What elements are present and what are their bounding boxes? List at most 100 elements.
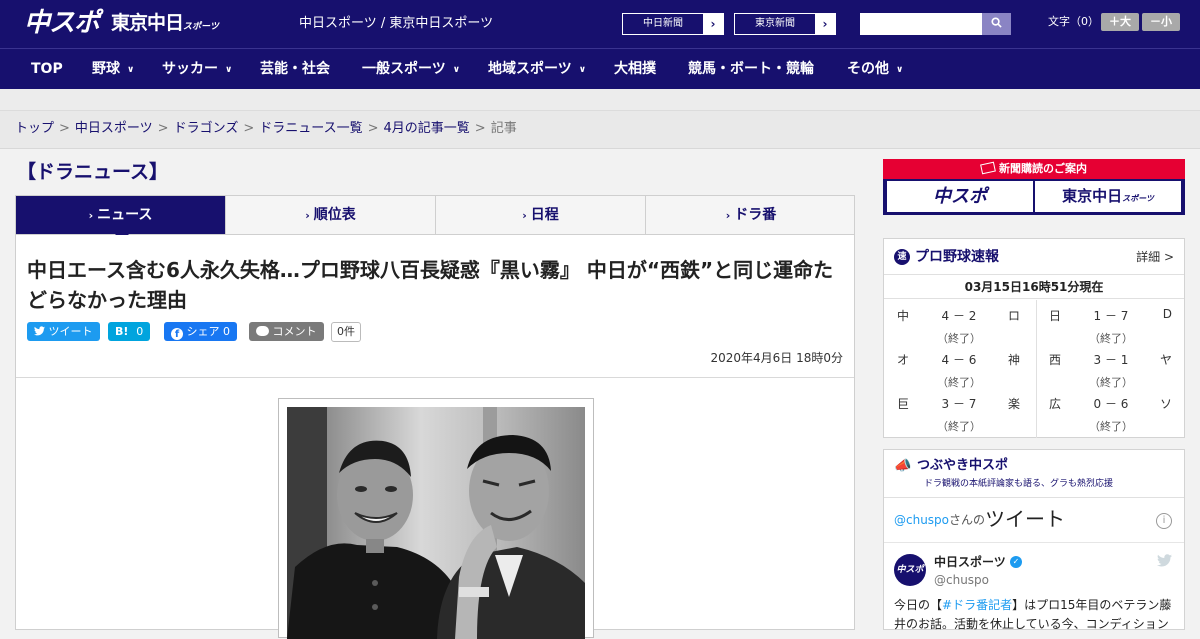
nav-item-soccer[interactable]: サッカー ∨ <box>162 49 232 89</box>
breadcrumb-separator: > <box>474 121 486 136</box>
chunichi-shimbun-label: 中日新聞 <box>643 18 683 29</box>
nav-item-racing[interactable]: 競馬・ボート・競輪 <box>688 49 814 89</box>
search-icon <box>991 17 1002 28</box>
nav-label: TOP <box>31 61 63 77</box>
breadcrumb-dragons[interactable]: ドラゴンズ <box>174 121 239 136</box>
tokyo-chunichi-logo[interactable]: 東京中日スポーツ <box>111 10 219 40</box>
sidebar: 新聞購読のご案内 中スポ 東京中日スポーツ 速 プロ野球速報 詳細 > 03月1… <box>883 159 1185 631</box>
game-score[interactable]: 日1 － 7 D （終了） <box>1036 300 1186 345</box>
game-score[interactable]: 巨3 － 7 楽（終了） <box>884 388 1034 433</box>
divider <box>884 542 1184 543</box>
chuspo-logo[interactable]: 中スポ <box>24 6 100 40</box>
breadcrumb: トップ > 中日スポーツ > ドラゴンズ > ドラニュース一覧 >4月の記事一覧 > 記事 <box>0 111 1200 149</box>
nav-label: 大相撲 <box>614 61 656 77</box>
tokyo-logo-small: スポーツ <box>183 22 219 32</box>
game-score[interactable]: 中4 － 2 ロ（終了） <box>884 300 1034 345</box>
nav-label: 地域スポーツ <box>488 61 572 77</box>
ad-strip <box>0 89 1200 111</box>
pro-baseball-scores: 速 プロ野球速報 詳細 > 03月15日16時51分現在 中4 － 2 ロ（終了）… <box>883 238 1185 438</box>
breadcrumb-separator: > <box>367 121 379 136</box>
nav-item-entertainment[interactable]: 芸能・社会 <box>260 49 330 89</box>
avatar[interactable]: 中スポ <box>894 554 926 586</box>
nav-item-other[interactable]: その他 ∨ <box>847 49 903 89</box>
game-score[interactable]: 広0 － 6 ソ（終了） <box>1036 388 1186 433</box>
tsubuyaki-subtitle: ドラ観戦の本紙評論家も語る、グラも熱烈応援 <box>924 479 1114 489</box>
tab-label: ドラ番 <box>734 207 777 223</box>
font-bigger-button[interactable]: ＋大 <box>1101 13 1139 31</box>
baseball-score-grid: 中4 － 2 ロ（終了） 日1 － 7 D （終了） オ4 － 6 神（終了） 西3 －… <box>884 300 1184 438</box>
subscribe-logo-tokyo-text: 東京中日 <box>1062 187 1123 205</box>
tokyo-shimbun-label: 東京新聞 <box>755 18 795 29</box>
baseball-detail-link[interactable]: 詳細 > <box>1136 249 1174 265</box>
baseball-icon: 速 <box>894 249 910 265</box>
facebook-share-count: 0 <box>223 325 230 338</box>
twitter-bird-icon[interactable] <box>1157 554 1172 571</box>
tab-label: 日程 <box>530 207 559 223</box>
nav-item-top[interactable]: TOP <box>31 49 63 89</box>
twitter-handle-link[interactable]: @chuspo <box>894 513 949 527</box>
article-title: 中日エース含む6人永久失格…プロ野球八百長疑惑『黒い霧』 中日が“西鉄”と同じ運… <box>27 258 834 312</box>
tweet-author-name[interactable]: 中日スポーツ <box>934 554 1006 570</box>
tweet-text-before: 今日の【 <box>894 598 943 612</box>
subscribe-logo-tokyo: 東京中日スポーツ <box>1035 181 1181 212</box>
baseball-header: 速 プロ野球速報 詳細 > <box>884 239 1184 275</box>
subscription-header-text: 新聞購読のご案内 <box>999 162 1087 175</box>
baseball-title: プロ野球速報 <box>915 249 999 265</box>
font-smaller-button[interactable]: －小 <box>1142 13 1180 31</box>
chevron-down-icon: ∨ <box>127 65 135 75</box>
nav-label: 芸能・社会 <box>260 61 330 77</box>
info-icon[interactable]: i <box>1156 513 1172 529</box>
tab-news[interactable]: › ニュース <box>16 196 226 234</box>
hatena-count: 0 <box>136 325 144 338</box>
game-status: （終了） <box>1089 420 1133 433</box>
subscription-header: 新聞購読のご案内 <box>883 159 1185 179</box>
twitter-bird-icon <box>34 326 45 336</box>
verified-badge-icon: ✓ <box>1010 556 1022 568</box>
hatena-bookmark-button[interactable]: B! 0 <box>108 322 151 341</box>
tokyo-shimbun-link[interactable]: 東京新聞 › <box>734 13 836 35</box>
section-title: 【ドラニュース】 <box>17 161 169 183</box>
comment-bubble-icon <box>256 326 269 336</box>
hashtag-link[interactable]: #ドラ番記者 <box>942 598 1012 612</box>
tsubuyaki-title: つぶやき中スポ <box>917 458 1009 473</box>
tab-schedule[interactable]: › 日程 <box>436 196 646 234</box>
chunichi-shimbun-link[interactable]: 中日新聞 › <box>622 13 724 35</box>
nav-label: 一般スポーツ <box>362 61 446 77</box>
article: 中日エース含む6人永久失格…プロ野球八百長疑惑『黒い霧』 中日が“西鉄”と同じ運… <box>15 235 855 639</box>
nav-item-general-sports[interactable]: 一般スポーツ ∨ <box>362 49 460 89</box>
breadcrumb-april-articles[interactable]: 4月の記事一覧 <box>384 121 470 136</box>
subscribe-logo-chuspo: 中スポ <box>887 181 1033 212</box>
tweet-author-handle[interactable]: @chuspo <box>934 572 989 588</box>
chevron-right-icon: › <box>522 209 527 222</box>
breadcrumb-dora-news-list[interactable]: ドラニュース一覧 <box>259 121 362 136</box>
tab-standings[interactable]: › 順位表 <box>226 196 436 234</box>
breadcrumb-chunichi-sports[interactable]: 中日スポーツ <box>75 121 153 136</box>
megaphone-icon: 📣 <box>894 458 912 474</box>
handle-suffix: さんの <box>949 513 986 527</box>
nav-label: サッカー <box>162 61 218 77</box>
game-score[interactable]: 西3 － 1 ヤ（終了） <box>1036 344 1186 389</box>
search-input[interactable] <box>860 13 982 35</box>
tab-label: ニュース <box>97 207 153 223</box>
nav-item-baseball[interactable]: 野球 ∨ <box>92 49 134 89</box>
facebook-share-button[interactable]: f シェア 0 <box>164 322 237 341</box>
facebook-share-label: シェア <box>186 325 220 338</box>
breadcrumb-separator: > <box>59 121 70 136</box>
chevron-right-icon: › <box>725 209 731 222</box>
nav-item-local-sports[interactable]: 地域スポーツ ∨ <box>488 49 586 89</box>
article-photo[interactable] <box>287 407 585 639</box>
search-button[interactable] <box>982 13 1011 35</box>
chevron-down-icon: ∨ <box>225 65 233 75</box>
breadcrumb-top[interactable]: トップ <box>15 121 54 136</box>
comment-count: 0件 <box>331 322 361 342</box>
nav-item-sumo[interactable]: 大相撲 <box>614 49 656 89</box>
subscription-banner[interactable]: 新聞購読のご案内 中スポ 東京中日スポーツ <box>883 159 1185 215</box>
tokyo-logo-text: 東京中日 <box>111 12 184 34</box>
article-photo-frame <box>278 398 594 639</box>
site-header: 中スポ 東京中日スポーツ 中日スポーツ / 東京中日スポーツ 中日新聞 › 東京… <box>0 0 1200 48</box>
comment-button[interactable]: コメント <box>249 322 324 341</box>
chevron-right-icon: › <box>88 209 94 222</box>
game-score[interactable]: オ4 － 6 神（終了） <box>884 344 1034 389</box>
tweet-button[interactable]: ツイート <box>27 322 100 341</box>
tab-dora-ban[interactable]: › ドラ番 <box>646 196 856 234</box>
